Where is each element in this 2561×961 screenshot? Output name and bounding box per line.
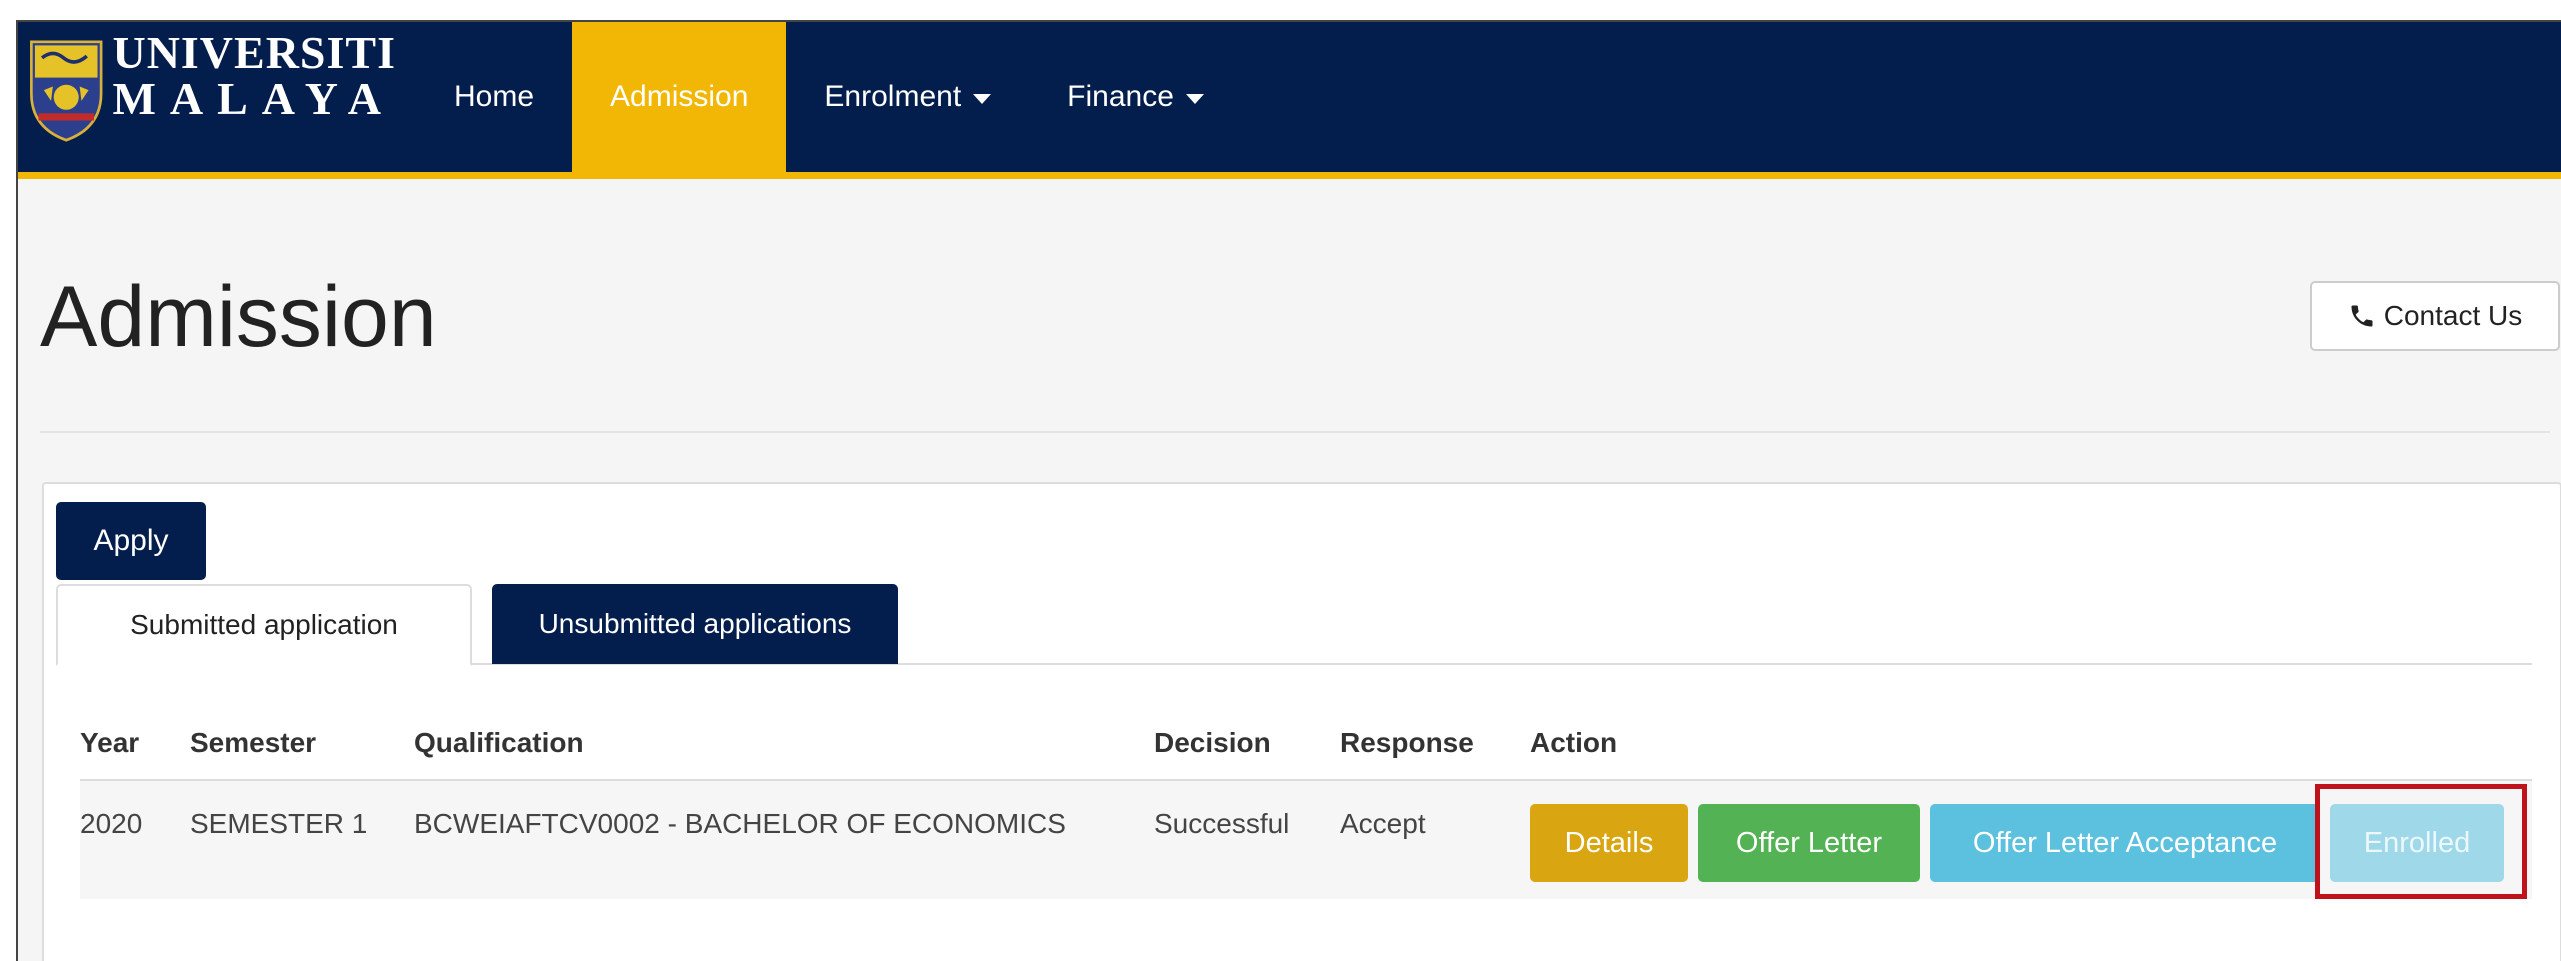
chevron-down-icon <box>973 94 992 104</box>
tab-submitted-label: Submitted application <box>130 609 398 640</box>
cell-semester: SEMESTER 1 <box>190 808 368 839</box>
nav-finance-label: Finance <box>1067 80 1174 113</box>
column-header-decision: Decision <box>1154 727 1271 758</box>
nav-admission-label: Admission <box>610 80 749 113</box>
app-window: UNIVERSITI MALAYA Home Admission Enrolme… <box>16 20 2561 961</box>
enrolled-button[interactable]: Enrolled <box>2330 804 2504 882</box>
apply-button[interactable]: Apply <box>56 502 206 580</box>
column-header-semester: Semester <box>190 727 317 758</box>
nav-home-label: Home <box>454 80 535 113</box>
nav-enrolment-label: Enrolment <box>824 80 962 113</box>
column-header-year: Year <box>80 727 140 758</box>
university-crest-icon <box>30 40 103 142</box>
brand-line-1: UNIVERSITI <box>112 27 396 78</box>
offer-letter-acceptance-label: Offer Letter Acceptance <box>1972 826 2278 859</box>
tab-unsubmitted-label: Unsubmitted applications <box>538 608 852 639</box>
column-header-action: Action <box>1530 727 1618 758</box>
cell-qualification: BCWEIAFTCV0002 - BACHELOR OF ECONOMICS <box>414 808 1066 839</box>
chevron-down-icon <box>1185 94 1204 104</box>
offer-letter-button-label: Offer Letter <box>1735 826 1883 859</box>
brand-wordmark: UNIVERSITI MALAYA <box>112 30 396 122</box>
main-nav: Home Admission Enrolment Finance <box>416 22 1242 172</box>
nav-enrolment[interactable]: Enrolment <box>786 22 1029 172</box>
tab-submitted-application[interactable]: Submitted application <box>56 584 472 666</box>
cell-response: Accept <box>1340 808 1426 839</box>
details-button-label: Details <box>1564 826 1654 859</box>
top-navbar: UNIVERSITI MALAYA Home Admission Enrolme… <box>18 22 2561 179</box>
nav-admission[interactable]: Admission <box>572 22 787 172</box>
tab-unsubmitted-applications[interactable]: Unsubmitted applications <box>492 584 898 664</box>
apply-button-label: Apply <box>93 524 169 557</box>
phone-icon <box>2351 305 2373 327</box>
brand-line-2: MALAYA <box>112 73 396 124</box>
cell-year: 2020 <box>80 808 143 839</box>
offer-letter-button[interactable]: Offer Letter <box>1698 804 1920 882</box>
offer-letter-acceptance-button[interactable]: Offer Letter Acceptance <box>1930 804 2320 882</box>
contact-us-button[interactable]: Contact Us <box>2310 281 2560 351</box>
nav-home[interactable]: Home <box>416 22 572 172</box>
details-button[interactable]: Details <box>1530 804 1688 882</box>
header-divider <box>40 431 2550 433</box>
nav-finance[interactable]: Finance <box>1029 22 1242 172</box>
contact-us-label: Contact Us <box>2383 300 2523 331</box>
page-title: Admission <box>40 269 437 365</box>
enrolled-button-label: Enrolled <box>2363 826 2471 859</box>
brand-logo[interactable]: UNIVERSITI MALAYA <box>26 28 396 168</box>
column-header-qualification: Qualification <box>414 727 584 758</box>
cell-decision: Successful <box>1154 808 1290 839</box>
column-header-response: Response <box>1340 727 1474 758</box>
